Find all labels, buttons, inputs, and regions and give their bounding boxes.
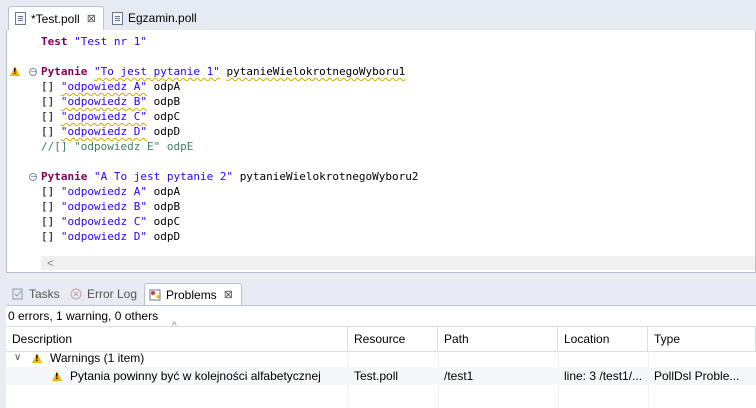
tasks-icon	[12, 288, 23, 300]
tab-label: Egzamin.poll	[128, 11, 197, 25]
close-icon[interactable]: ⊠	[87, 12, 96, 25]
horizontal-scrollbar[interactable]: <	[41, 256, 755, 270]
column-type[interactable]: Type	[648, 327, 756, 351]
code-line: Test "Test nr 1"	[41, 35, 147, 48]
code-line: [] "odpowiedz D" odpD	[41, 125, 181, 138]
column-path[interactable]: Path	[438, 327, 558, 351]
column-location[interactable]: Location	[558, 327, 648, 351]
tab-tasks[interactable]: Tasks	[8, 283, 64, 305]
file-icon	[15, 12, 26, 25]
views-tab-bar: Tasks Error Log Problems ⊠	[0, 280, 756, 305]
code-line: Pytanie "To jest pytanie 1" pytanieWielo…	[41, 65, 406, 78]
code-line: [] "odpowiedz B" odpB	[41, 200, 181, 213]
tab-egzamin-poll[interactable]: Egzamin.poll	[106, 6, 206, 30]
code-line: [] "odpowiedz D" odpD	[41, 230, 181, 243]
problems-summary: 0 errors, 1 warning, 0 others	[8, 309, 159, 323]
code-line: [] "odpowiedz A" odpA	[41, 185, 181, 198]
code-comment: //[] "odpowiedz E" odpE	[41, 140, 194, 153]
problem-description: Pytania powinny być w kolejności alfabet…	[70, 369, 321, 383]
tab-error-log[interactable]: Error Log	[66, 283, 141, 305]
column-description[interactable]: Description	[6, 327, 348, 351]
problem-path: /test1	[444, 369, 474, 383]
warning-icon	[32, 353, 42, 363]
problem-row[interactable]: Pytania powinny być w kolejności alfabet…	[6, 367, 756, 385]
error-log-icon	[70, 288, 82, 300]
problems-icon	[149, 289, 161, 300]
code-line: [] "odpowiedz C" odpC	[41, 215, 181, 228]
tab-label: Error Log	[87, 287, 138, 301]
code-line: Pytanie "A To jest pytanie 2" pytanieWie…	[41, 170, 419, 183]
code-line: [] "odpowiedz B" odpB	[41, 95, 181, 108]
code-line: [] "odpowiedz C" odpC	[41, 110, 181, 123]
table-row	[6, 385, 756, 403]
file-icon	[112, 11, 123, 25]
problem-type: PollDsl Proble...	[654, 369, 740, 383]
editor-tab-bar: *Test.poll ⊠ Egzamin.poll	[0, 0, 756, 30]
sort-caret-icon: ^	[172, 321, 177, 332]
warning-icon	[10, 66, 20, 76]
problem-resource: Test.poll	[354, 369, 399, 383]
tab-label: *Test.poll	[31, 11, 80, 26]
problems-panel: 0 errors, 1 warning, 0 others Descriptio…	[6, 305, 756, 408]
tab-problems[interactable]: Problems ⊠	[144, 283, 242, 305]
expand-chevron-icon[interactable]: ∨	[14, 349, 21, 367]
code-editor[interactable]: − − Test "Test nr 1" Pytanie "To jest py…	[6, 30, 756, 273]
code-line: [] "odpowiedz A" odpA	[41, 80, 181, 93]
column-resource[interactable]: Resource	[348, 327, 438, 351]
close-icon[interactable]: ⊠	[224, 288, 233, 301]
scroll-left-icon[interactable]: <	[47, 256, 54, 270]
tab-label: Tasks	[29, 287, 60, 301]
fold-collapse-icon[interactable]: −	[29, 68, 37, 76]
warnings-group-row[interactable]: ∨ Warnings (1 item)	[6, 349, 756, 367]
tab-test-poll[interactable]: *Test.poll ⊠	[8, 6, 104, 30]
warning-icon	[52, 371, 62, 381]
fold-collapse-icon[interactable]: −	[29, 173, 37, 181]
problem-location: line: 3 /test1/...	[564, 369, 643, 383]
tab-label: Problems	[166, 287, 217, 302]
group-label: Warnings (1 item)	[50, 351, 145, 365]
